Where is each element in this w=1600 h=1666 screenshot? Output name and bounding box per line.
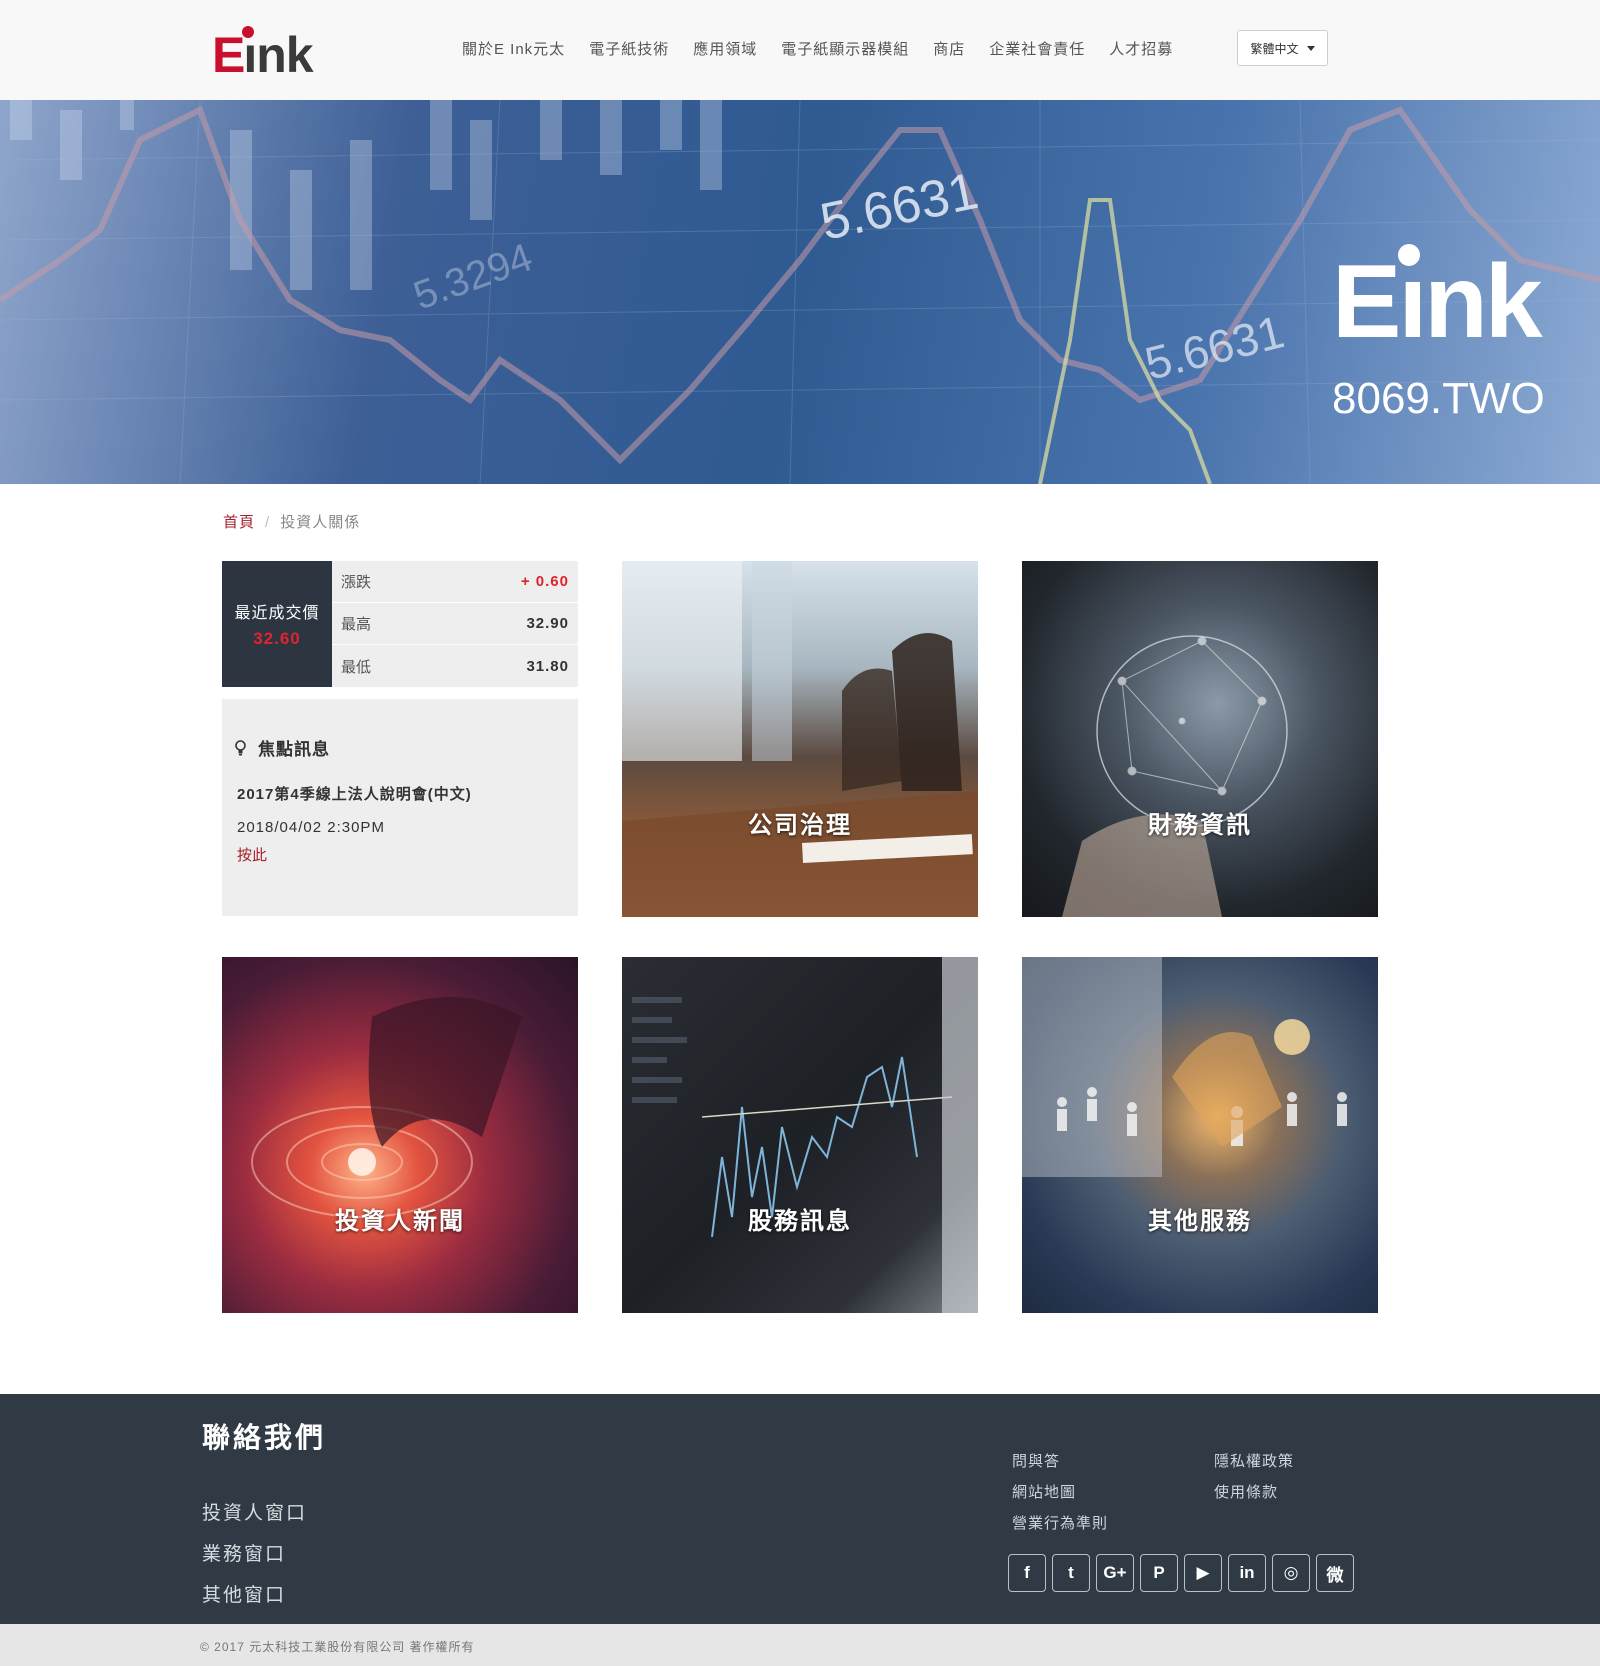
stock-chart-image xyxy=(632,957,978,1313)
price-detail-table: 漲跌 + 0.60 最高 32.90 最低 31.80 xyxy=(332,561,578,687)
quote-value: 32.90 xyxy=(526,615,569,632)
contact-sales[interactable]: 業務窗口 xyxy=(202,1539,307,1566)
stock-quote-box: 最近成交價 32.60 漲跌 + 0.60 最高 32.90 最低 31.80 xyxy=(222,561,578,687)
site-footer: 聯絡我們 投資人窗口 業務窗口 其他窗口 問與答 隱私權政策 網站地圖 使用條款… xyxy=(0,1394,1600,1624)
copyright-text: © 2017 元太科技工業股份有限公司 著作權所有 xyxy=(200,1640,475,1654)
youtube-icon[interactable]: ▶ xyxy=(1184,1554,1222,1592)
caret-down-icon xyxy=(1306,45,1315,51)
footer-links: 問與答 隱私權政策 網站地圖 使用條款 營業行為準則 xyxy=(1012,1450,1334,1533)
quote-key: 最高 xyxy=(341,616,372,633)
contact-other[interactable]: 其他窗口 xyxy=(202,1580,307,1607)
hero-banner: 5.6631 5.3294 5.6631 Eınk 8069.TWO xyxy=(0,100,1600,484)
stock-code: 8069.TWO xyxy=(1332,374,1545,423)
logo-letters-ink: ınk xyxy=(243,27,313,83)
language-label: 繁體中文 xyxy=(1250,41,1299,56)
touch-screen-image xyxy=(251,997,522,1218)
banner-number-3: 5.6631 xyxy=(1140,305,1289,389)
tile-label: 投資人新聞 xyxy=(335,1208,465,1235)
eink-logo[interactable]: Eınk xyxy=(212,26,314,83)
site-header: Eınk 關於E Ink元太 電子紙技術 應用領域 電子紙顯示器模組 商店 企業… xyxy=(0,0,1600,100)
google-plus-icon[interactable]: G+ xyxy=(1096,1554,1134,1592)
tile-label: 公司治理 xyxy=(748,812,852,839)
focus-event-date: 2018/04/02 2:30PM xyxy=(237,819,385,836)
tile-label: 其他服務 xyxy=(1148,1208,1252,1235)
last-price-label: 最近成交價 xyxy=(234,605,320,622)
weibo-icon[interactable]: 微 xyxy=(1316,1554,1354,1592)
tile-other-services[interactable]: 其他服務 xyxy=(1022,957,1378,1313)
tile-label: 財務資訊 xyxy=(1148,812,1252,839)
footer-link-privacy[interactable]: 隱私權政策 xyxy=(1214,1450,1334,1471)
nav-modules[interactable]: 電子紙顯示器模組 xyxy=(781,38,909,59)
tile-investor-news[interactable]: 投資人新聞 xyxy=(222,957,578,1313)
tile-stock-affairs[interactable]: 股務訊息 xyxy=(622,957,978,1313)
quote-row-change: 漲跌 + 0.60 xyxy=(332,561,578,603)
network-people-image xyxy=(1022,957,1347,1177)
nav-applications[interactable]: 應用領域 xyxy=(693,38,757,59)
pinterest-icon[interactable]: P xyxy=(1140,1554,1178,1592)
last-price-value: 32.60 xyxy=(253,629,301,648)
nav-careers[interactable]: 人才招募 xyxy=(1109,38,1173,59)
breadcrumb-current: 投資人關係 xyxy=(280,514,361,531)
footer-link-sitemap[interactable]: 網站地圖 xyxy=(1012,1481,1214,1502)
quote-row-high: 最高 32.90 xyxy=(332,603,578,645)
instagram-icon[interactable]: ◎ xyxy=(1272,1554,1310,1592)
nav-shop[interactable]: 商店 xyxy=(933,38,965,59)
banner-number-2: 5.3294 xyxy=(408,235,538,318)
main-nav: 關於E Ink元太 電子紙技術 應用領域 電子紙顯示器模組 商店 企業社會責任 … xyxy=(462,38,1197,59)
contact-investor[interactable]: 投資人窗口 xyxy=(202,1498,307,1525)
banner-logo-dot xyxy=(1398,244,1420,266)
facebook-icon[interactable]: f xyxy=(1008,1554,1046,1592)
focus-event-title: 2017第4季線上法人說明會(中文) xyxy=(237,786,472,803)
tile-corporate-governance[interactable]: 公司治理 xyxy=(622,561,978,917)
focus-event-link[interactable]: 按此 xyxy=(237,844,267,865)
tile-financial-info[interactable]: 財務資訊 xyxy=(1022,561,1378,917)
logo-dot xyxy=(242,26,254,38)
focus-news-box: 焦點訊息 2017第4季線上法人說明會(中文) 2018/04/02 2:30P… xyxy=(222,699,578,916)
nav-about[interactable]: 關於E Ink元太 xyxy=(462,38,565,59)
linkedin-icon[interactable]: in xyxy=(1228,1554,1266,1592)
logo-letter-e: E xyxy=(212,27,245,83)
footer-link-conduct[interactable]: 營業行為準則 xyxy=(1012,1512,1214,1533)
globe-network-image xyxy=(1062,635,1288,917)
banner-number-1: 5.6631 xyxy=(815,162,983,252)
contact-title: 聯絡我們 xyxy=(202,1422,327,1453)
focus-heading: 焦點訊息 xyxy=(235,735,330,760)
footer-link-faq[interactable]: 問與答 xyxy=(1012,1450,1214,1471)
lightbulb-icon xyxy=(235,739,246,756)
footer-link-terms[interactable]: 使用條款 xyxy=(1214,1481,1334,1502)
breadcrumb: 首頁 / 投資人關係 xyxy=(223,511,360,532)
quote-key: 漲跌 xyxy=(341,574,372,591)
quote-value: 31.80 xyxy=(526,657,569,675)
focus-heading-text: 焦點訊息 xyxy=(258,740,330,759)
breadcrumb-home[interactable]: 首頁 xyxy=(223,514,255,531)
quote-row-low: 最低 31.80 xyxy=(332,645,578,687)
social-links: f t G+ P ▶ in ◎ 微 xyxy=(1008,1554,1360,1592)
nav-technology[interactable]: 電子紙技術 xyxy=(589,38,669,59)
banner-logo-text: Eınk xyxy=(1332,244,1543,360)
copyright-bar: © 2017 元太科技工業股份有限公司 著作權所有 xyxy=(0,1624,1600,1666)
last-price-panel: 最近成交價 32.60 xyxy=(222,561,332,687)
language-select[interactable]: 繁體中文 xyxy=(1237,30,1328,66)
nav-csr[interactable]: 企業社會責任 xyxy=(989,38,1085,59)
twitter-icon[interactable]: t xyxy=(1052,1554,1090,1592)
quote-key: 最低 xyxy=(341,658,372,676)
banner-logo: Eınk 8069.TWO xyxy=(1332,244,1545,424)
breadcrumb-separator: / xyxy=(265,514,271,531)
contact-links: 投資人窗口 業務窗口 其他窗口 xyxy=(202,1498,307,1621)
boardroom-image xyxy=(622,561,978,917)
quote-value: + 0.60 xyxy=(520,573,569,590)
tile-label: 股務訊息 xyxy=(748,1208,852,1235)
